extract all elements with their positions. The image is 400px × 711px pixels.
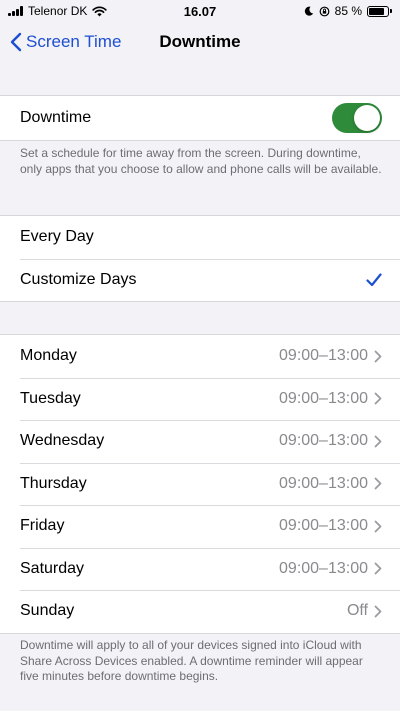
carrier-name: Telenor DK xyxy=(28,4,88,18)
day-time: 09:00–13:00 xyxy=(279,432,368,450)
day-row-thursday[interactable]: Thursday 09:00–13:00 xyxy=(0,462,400,506)
day-row-wednesday[interactable]: Wednesday 09:00–13:00 xyxy=(0,420,400,463)
back-button[interactable]: Screen Time xyxy=(0,32,121,52)
day-time: 09:00–13:00 xyxy=(279,517,368,535)
moon-icon xyxy=(304,6,313,16)
downtime-description: Set a schedule for time away from the sc… xyxy=(20,146,382,176)
downtime-toggle[interactable] xyxy=(332,103,382,133)
back-button-label: Screen Time xyxy=(26,32,122,51)
day-time: 09:00–13:00 xyxy=(279,347,368,365)
status-left: Telenor DK xyxy=(8,4,108,18)
toggle-knob xyxy=(354,105,380,131)
chevron-left-icon xyxy=(10,32,22,52)
checkmark-icon xyxy=(366,273,382,286)
downtime-toggle-row: Downtime xyxy=(0,96,400,140)
downtime-toggle-group: Downtime xyxy=(0,95,400,141)
option-customize-days[interactable]: Customize Days xyxy=(0,258,400,302)
option-every-day[interactable]: Every Day xyxy=(0,216,400,259)
chevron-right-icon xyxy=(374,520,382,533)
wifi-icon xyxy=(92,5,108,16)
battery-icon xyxy=(367,5,392,17)
chevron-right-icon xyxy=(374,392,382,405)
day-row-friday[interactable]: Friday 09:00–13:00 xyxy=(0,505,400,548)
chevron-right-icon xyxy=(374,477,382,490)
days-group: Monday 09:00–13:00 Tuesday 09:00–13:00 W… xyxy=(0,334,400,634)
orientation-lock-icon xyxy=(319,6,330,16)
day-label: Monday xyxy=(20,347,77,365)
option-label: Customize Days xyxy=(20,270,137,288)
status-right: 85 % xyxy=(304,4,392,18)
day-label: Friday xyxy=(20,517,65,535)
chevron-right-icon xyxy=(374,562,382,575)
chevron-right-icon xyxy=(374,605,382,618)
navigation-bar: Screen Time Downtime xyxy=(0,22,400,62)
downtime-label: Downtime xyxy=(20,109,92,126)
footer-note: Downtime will apply to all of your devic… xyxy=(20,638,363,683)
day-label: Saturday xyxy=(20,559,85,577)
day-label: Sunday xyxy=(20,602,75,620)
day-row-saturday[interactable]: Saturday 09:00–13:00 xyxy=(0,547,400,591)
schedule-options-group: Every Day Customize Days xyxy=(0,215,400,302)
day-time: 09:00–13:00 xyxy=(279,474,368,492)
chevron-right-icon xyxy=(374,435,382,448)
day-label: Wednesday xyxy=(20,432,105,450)
battery-percent: 85 % xyxy=(334,4,362,18)
day-time: Off xyxy=(346,602,368,620)
day-row-sunday[interactable]: Sunday Off xyxy=(0,590,400,633)
day-row-monday[interactable]: Monday 09:00–13:00 xyxy=(0,335,400,378)
day-time: 09:00–13:00 xyxy=(279,559,368,577)
cellular-signal-icon xyxy=(8,6,23,16)
option-label: Every Day xyxy=(20,228,94,246)
day-label: Thursday xyxy=(20,474,87,492)
day-label: Tuesday xyxy=(20,389,81,407)
status-bar: Telenor DK 16.07 85 % xyxy=(0,0,400,22)
day-row-tuesday[interactable]: Tuesday 09:00–13:00 xyxy=(0,377,400,421)
day-time: 09:00–13:00 xyxy=(279,389,368,407)
chevron-right-icon xyxy=(374,350,382,363)
